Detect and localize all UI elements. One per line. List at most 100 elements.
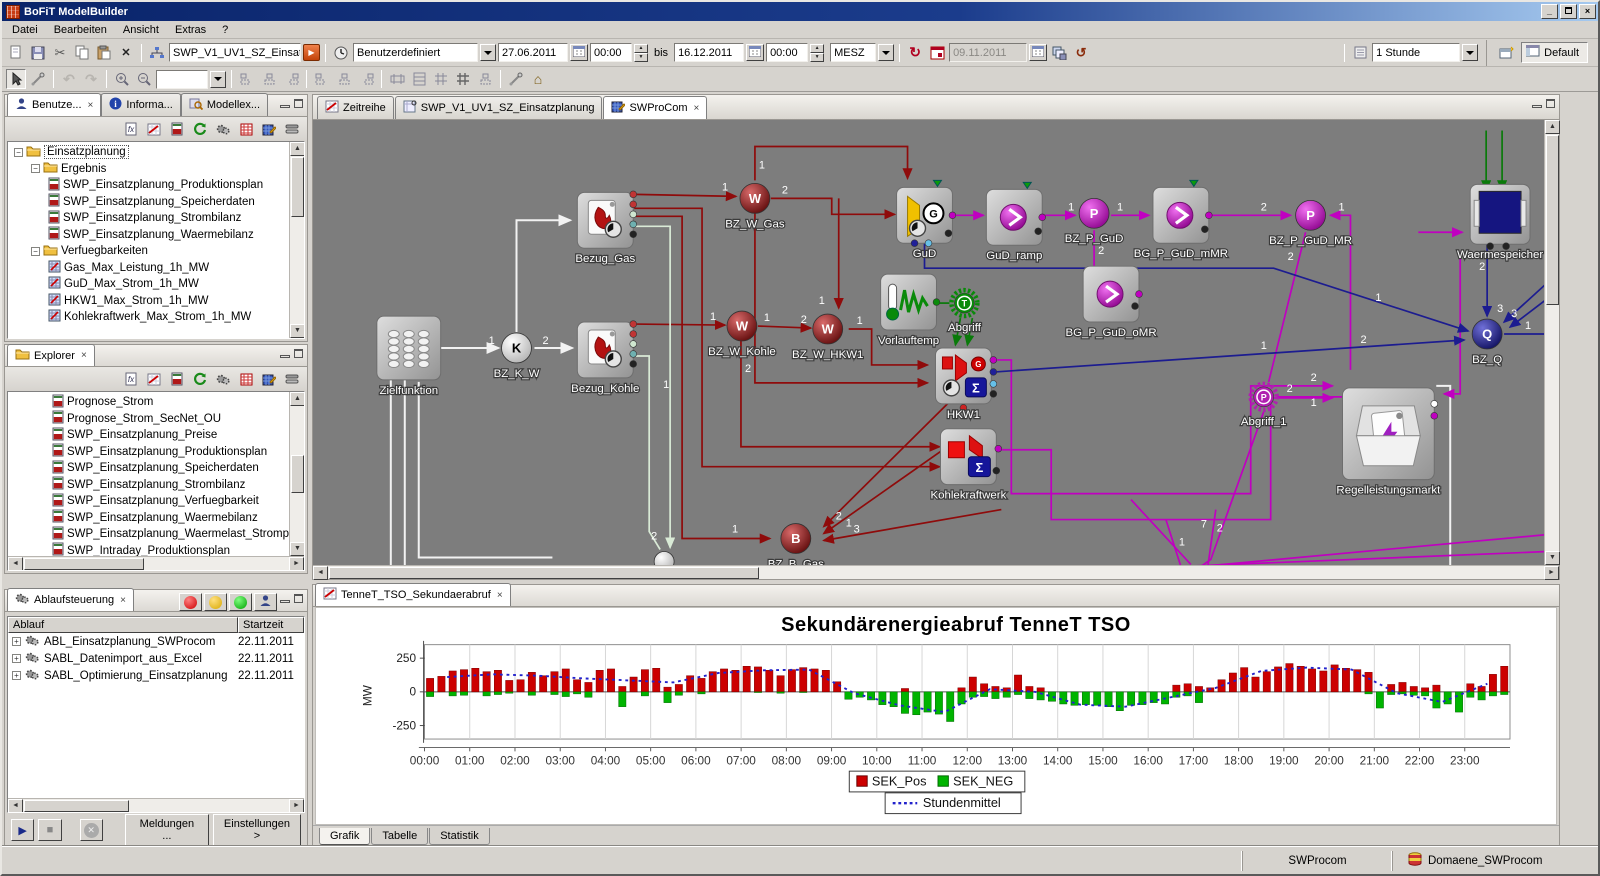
run-button[interactable]: ▶ [11, 819, 34, 841]
tree-item[interactable]: SWP_Einsatzplanung_Speicherdaten [8, 194, 289, 211]
tree-item[interactable]: SWP_Einsatzplanung_Strombilanz [8, 210, 289, 227]
show-grid-icon[interactable] [453, 69, 473, 89]
explorer-item[interactable]: SWP_Einsatzplanung_Preise [8, 427, 289, 444]
reference-date-calendar-button[interactable] [1029, 44, 1047, 61]
column-ablauf[interactable]: Ablauf [8, 617, 238, 633]
formula-icon[interactable]: fx [120, 119, 142, 139]
chart-view-icon[interactable] [143, 119, 165, 139]
ablauf-row[interactable]: +SABL_Datenimport_aus_Excel22.11.2011 [8, 650, 304, 667]
restore-button[interactable] [1560, 4, 1577, 19]
node-bz_w_gas[interactable]: WBZ_W_Gas [725, 183, 785, 230]
chart-view-icon[interactable] [143, 369, 165, 389]
model-combo[interactable]: SWP_V1_UV1_SZ_Einsatzp [169, 43, 301, 62]
panel-minimize-icon[interactable] [280, 355, 290, 358]
node-bg_p_gud_omr[interactable]: BG_P_GuD_oMR [1065, 266, 1156, 339]
panel-minimize-icon[interactable] [280, 105, 290, 108]
user-lock-button[interactable] [254, 593, 277, 611]
period-combo[interactable]: Benutzerdefiniert [353, 43, 478, 62]
time-from-field[interactable]: 00:00 [590, 43, 632, 62]
node-bz_q[interactable]: QBZ_Q [1472, 319, 1502, 366]
align-left-icon[interactable] [237, 69, 257, 89]
red-table-icon[interactable] [235, 369, 257, 389]
stop-button[interactable]: ■ [38, 819, 61, 841]
report-icon[interactable] [166, 119, 188, 139]
node-gud[interactable]: GGuD [897, 180, 956, 260]
refresh-icon[interactable] [189, 369, 211, 389]
tab-close-icon[interactable]: × [81, 350, 87, 361]
node-zielfunktion[interactable]: Zielfunktion [377, 316, 441, 397]
date-to-calendar-button[interactable] [746, 44, 764, 61]
node-bg_p_gud_mmr[interactable]: BG_P_GuD_mMR [1134, 180, 1228, 260]
column-startzeit[interactable]: Startzeit [238, 617, 304, 633]
node-abgriff[interactable]: TAbgriff [948, 290, 982, 334]
stop-light-button[interactable] [179, 593, 202, 611]
time-to-spinner[interactable]: ▲▼ [810, 44, 824, 62]
time-from-spinner[interactable]: ▲▼ [634, 44, 648, 62]
tab-close-icon[interactable]: × [694, 103, 700, 114]
tree-item[interactable]: −Verfuegbarkeiten [8, 243, 289, 260]
einstellungen-button[interactable]: Einstellungen > [213, 814, 301, 846]
home-icon[interactable]: ⌂ [528, 69, 548, 89]
date-to-field[interactable]: 16.12.2011 [674, 43, 744, 62]
model-diagram[interactable]: 1211211121212131121222121721112233112Zie… [313, 120, 1544, 567]
time-to-field[interactable]: 00:00 [766, 43, 808, 62]
connector-tool-icon[interactable] [28, 69, 48, 89]
edit-table-icon[interactable] [258, 119, 280, 139]
tree-item[interactable]: −Ergebnis [8, 161, 289, 178]
tree-item[interactable]: SWP_Einsatzplanung_Waermebilanz [8, 227, 289, 244]
node-gud_ramp[interactable]: GuD_ramp [986, 182, 1045, 262]
users-tree-scrollbar[interactable]: ▲▼ [289, 142, 304, 338]
node-kohlekraftwerk[interactable]: ΣKohlekraftwerk [930, 429, 1006, 502]
explorer-item[interactable]: SWP_Intraday_Produktionsplan [8, 543, 289, 557]
node-waermespeicher[interactable]: Waermespeicher [1457, 184, 1543, 261]
period-combo-drop[interactable] [480, 44, 496, 61]
node-hkw1[interactable]: GΣHKW1 [935, 348, 996, 421]
distribute-vertical-icon[interactable] [409, 69, 429, 89]
editor-tab-swprocom[interactable]: SWProCom× [603, 96, 707, 119]
resolution-combo[interactable]: 1 Stunde [1372, 43, 1460, 62]
tree-item[interactable]: −Einsatzplanung [8, 144, 289, 161]
new-perspective-icon[interactable] [1497, 43, 1517, 63]
collapse-all-icon[interactable] [281, 369, 303, 389]
node-bz_b_gas[interactable]: BBZ_B_Gas [768, 524, 824, 567]
tree-item[interactable]: Kohlekraftwerk_Max_Strom_1h_MW [8, 309, 289, 326]
timezone-combo-drop[interactable] [878, 44, 894, 61]
node-vorlauftemp[interactable]: Vorlauftemp [878, 274, 940, 347]
menu-ansicht[interactable]: Ansicht [115, 22, 167, 38]
tree-item[interactable]: SWP_Einsatzplanung_Produktionsplan [8, 177, 289, 194]
redo-icon[interactable]: ↷ [81, 69, 101, 89]
explorer-item[interactable]: SWP_Einsatzplanung_Strombilanz [8, 477, 289, 494]
perspective-default-button[interactable]: Default [1521, 42, 1588, 63]
explorer-hscrollbar[interactable]: ◄► [8, 556, 304, 570]
tree-item[interactable]: GuD_Max_Strom_1h_MW [8, 276, 289, 293]
align-bottom-icon[interactable] [356, 69, 376, 89]
undo-icon[interactable]: ↶ [59, 69, 79, 89]
distribute-horizontal-icon[interactable] [387, 69, 407, 89]
settings-gears-icon[interactable] [212, 369, 234, 389]
explorer-scrollbar[interactable]: ▲▼ [289, 392, 304, 556]
zoom-level-combo-drop[interactable] [210, 71, 226, 88]
zoom-level-combo[interactable] [156, 70, 208, 89]
explorer-item[interactable]: SWP_Einsatzplanung_Verfuegbarkeit [8, 493, 289, 510]
cut-icon[interactable]: ✂ [50, 43, 70, 63]
refresh-period-icon[interactable]: ↻ [905, 43, 925, 63]
go-light-button[interactable] [229, 593, 252, 611]
editor-tab-zeitreihe[interactable]: Zeitreihe [317, 96, 394, 119]
panel-maximize-icon[interactable] [294, 99, 303, 108]
route-icon[interactable] [506, 69, 526, 89]
model-tree-icon[interactable] [147, 43, 167, 63]
resolution-list-icon[interactable] [1350, 43, 1370, 63]
panel-minimize-icon[interactable] [280, 600, 290, 603]
delete-icon[interactable]: ✕ [116, 43, 136, 63]
zoom-in-icon[interactable] [112, 69, 132, 89]
minimize-button[interactable]: _ [1541, 4, 1558, 19]
tab-ablaufsteuerung[interactable]: Ablaufsteuerung× [7, 588, 134, 611]
view-tab-statistik[interactable]: Statistik [429, 828, 490, 845]
copy-save-icon[interactable] [1049, 43, 1069, 63]
editor-maximize-icon[interactable] [1546, 99, 1555, 108]
formula-icon[interactable]: fx [120, 369, 142, 389]
panel-maximize-icon[interactable] [294, 349, 303, 358]
align-right-icon[interactable] [281, 69, 301, 89]
menu-datei[interactable]: Datei [4, 22, 46, 38]
tab-tennet-tso-sekundaerabruf[interactable]: TenneT_TSO_Sekundaerabruf× [315, 583, 511, 606]
